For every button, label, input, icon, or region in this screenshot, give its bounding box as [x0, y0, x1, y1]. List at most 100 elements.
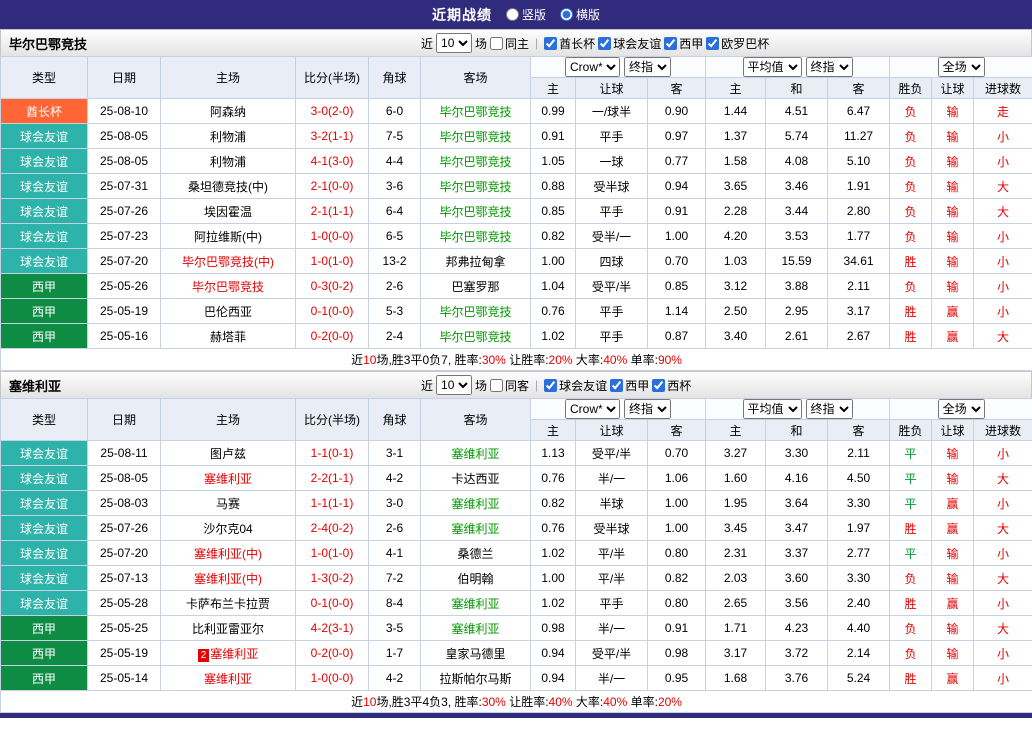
- league-filter[interactable]: 球会友谊: [598, 35, 661, 52]
- away-team-cell: 塞维利亚: [421, 616, 531, 641]
- final-index-select[interactable]: 终指: [806, 57, 853, 77]
- match-row: 酋长杯25-08-10阿森纳3-0(2-0)6-0毕尔巴鄂竞技0.99一/球半0…: [1, 99, 1032, 124]
- home-team-name: 卡萨布兰卡拉贾: [186, 597, 270, 611]
- home-team-cell: 阿拉维斯(中): [161, 224, 296, 249]
- home-team-name: 阿森纳: [210, 105, 246, 119]
- away-team-name: 塞维利亚: [451, 597, 499, 611]
- corner-score: 5-3: [369, 299, 421, 324]
- league-type-badge: 球会友谊: [1, 441, 88, 466]
- league-filter[interactable]: 球会友谊: [544, 377, 607, 394]
- result-goals: 大: [974, 324, 1032, 349]
- fulltime-select[interactable]: 全场: [938, 57, 985, 77]
- horizontal-layout-radio[interactable]: [560, 8, 573, 21]
- league-filter[interactable]: 西甲: [664, 35, 703, 52]
- league-type-badge: 球会友谊: [1, 174, 88, 199]
- home-team-cell: 毕尔巴鄂竞技: [161, 274, 296, 299]
- avg-draw: 4.23: [766, 616, 828, 641]
- odds-away: 0.98: [648, 641, 706, 666]
- avg-away: 6.47: [828, 99, 890, 124]
- league-filter[interactable]: 西杯: [652, 377, 691, 394]
- team-section-1: 塞维利亚近10场同客|球会友谊西甲西杯类型日期主场比分(半场)角球客场Crow*…: [0, 371, 1032, 713]
- home-team-cell: 埃因霍温: [161, 199, 296, 224]
- avg-draw: 3.64: [766, 491, 828, 516]
- result-winlose: 负: [890, 566, 932, 591]
- final-index-select[interactable]: 终指: [624, 57, 671, 77]
- same-venue-checkbox[interactable]: [490, 379, 503, 392]
- league-filter-checkbox[interactable]: [706, 37, 719, 50]
- league-filter-checkbox[interactable]: [544, 37, 557, 50]
- odds-home: 1.02: [531, 324, 576, 349]
- same-venue-checkbox[interactable]: [490, 37, 503, 50]
- home-team-cell: 图卢兹: [161, 441, 296, 466]
- result-winlose: 胜: [890, 324, 932, 349]
- league-filter-checkbox[interactable]: [610, 379, 623, 392]
- odds-away: 1.00: [648, 491, 706, 516]
- result-handicap: 赢: [932, 516, 974, 541]
- match-row: 西甲25-05-14塞维利亚1-0(0-0)4-2拉斯帕尔马斯0.94半/一0.…: [1, 666, 1032, 691]
- match-row: 球会友谊25-07-20毕尔巴鄂竞技(中)1-0(1-0)13-2邦弗拉甸拿1.…: [1, 249, 1032, 274]
- away-team-cell: 伯明翰: [421, 566, 531, 591]
- league-type-badge: 西甲: [1, 616, 88, 641]
- same-venue-filter[interactable]: 同客: [490, 377, 529, 394]
- score-halftime: 0-2(0-0): [296, 324, 369, 349]
- league-filter-checkbox[interactable]: [652, 379, 665, 392]
- match-count-select[interactable]: 10: [436, 33, 472, 53]
- corner-score: 3-6: [369, 174, 421, 199]
- match-count-select[interactable]: 10: [436, 375, 472, 395]
- avg-home: 3.27: [706, 441, 766, 466]
- odds-handicap: 受半/一: [576, 224, 648, 249]
- avg-away: 5.24: [828, 666, 890, 691]
- odds-company-select[interactable]: Crow*: [565, 399, 620, 419]
- league-type-badge: 西甲: [1, 666, 88, 691]
- odds-home: 1.13: [531, 441, 576, 466]
- fulltime-select[interactable]: 全场: [938, 399, 985, 419]
- league-type-badge: 球会友谊: [1, 149, 88, 174]
- score-halftime: 2-1(0-0): [296, 174, 369, 199]
- result-winlose: 负: [890, 149, 932, 174]
- avg-home: 3.17: [706, 641, 766, 666]
- odds-handicap: 半/一: [576, 666, 648, 691]
- result-goals: 小: [974, 666, 1032, 691]
- match-date: 25-07-31: [88, 174, 161, 199]
- league-type-badge: 球会友谊: [1, 199, 88, 224]
- league-filter[interactable]: 酋长杯: [544, 35, 595, 52]
- away-team-cell: 桑德兰: [421, 541, 531, 566]
- home-team-name: 赫塔菲: [210, 330, 246, 344]
- average-select[interactable]: 平均值: [743, 57, 802, 77]
- summary-row: 近10场,胜3平0负7, 胜率:30% 让胜率:20% 大率:40% 单率:90…: [1, 349, 1032, 371]
- league-filter[interactable]: 欧罗巴杯: [706, 35, 769, 52]
- sub-column-header: 客: [648, 420, 706, 441]
- match-date: 25-07-13: [88, 566, 161, 591]
- league-filter[interactable]: 西甲: [610, 377, 649, 394]
- avg-away: 1.91: [828, 174, 890, 199]
- away-team-name: 卡达西亚: [451, 472, 499, 486]
- result-winlose: 负: [890, 641, 932, 666]
- sub-column-header: 客: [828, 420, 890, 441]
- same-venue-filter[interactable]: 同主: [490, 35, 529, 52]
- away-team-cell: 毕尔巴鄂竞技: [421, 174, 531, 199]
- corner-score: 4-2: [369, 466, 421, 491]
- final-index-select[interactable]: 终指: [624, 399, 671, 419]
- vertical-layout-radio[interactable]: [506, 8, 519, 21]
- league-type-badge: 西甲: [1, 324, 88, 349]
- odds-handicap: 半/一: [576, 616, 648, 641]
- average-select[interactable]: 平均值: [743, 399, 802, 419]
- odds-home: 1.04: [531, 274, 576, 299]
- result-handicap: 输: [932, 466, 974, 491]
- league-filter-checkbox[interactable]: [664, 37, 677, 50]
- odds-company-select[interactable]: Crow*: [565, 57, 620, 77]
- league-type-badge: 球会友谊: [1, 516, 88, 541]
- league-filter-checkbox[interactable]: [598, 37, 611, 50]
- final-index-select[interactable]: 终指: [806, 399, 853, 419]
- result-winlose: 胜: [890, 249, 932, 274]
- odds-handicap: 平手: [576, 199, 648, 224]
- layout-option-vertical[interactable]: 竖版: [506, 6, 546, 23]
- odds-home: 1.00: [531, 249, 576, 274]
- avg-draw: 5.74: [766, 124, 828, 149]
- odds-handicap: 一/球半: [576, 99, 648, 124]
- odds-handicap: 平手: [576, 124, 648, 149]
- layout-option-horizontal[interactable]: 横版: [560, 6, 600, 23]
- sub-column-header: 主: [706, 420, 766, 441]
- league-filter-checkbox[interactable]: [544, 379, 557, 392]
- avg-home: 3.12: [706, 274, 766, 299]
